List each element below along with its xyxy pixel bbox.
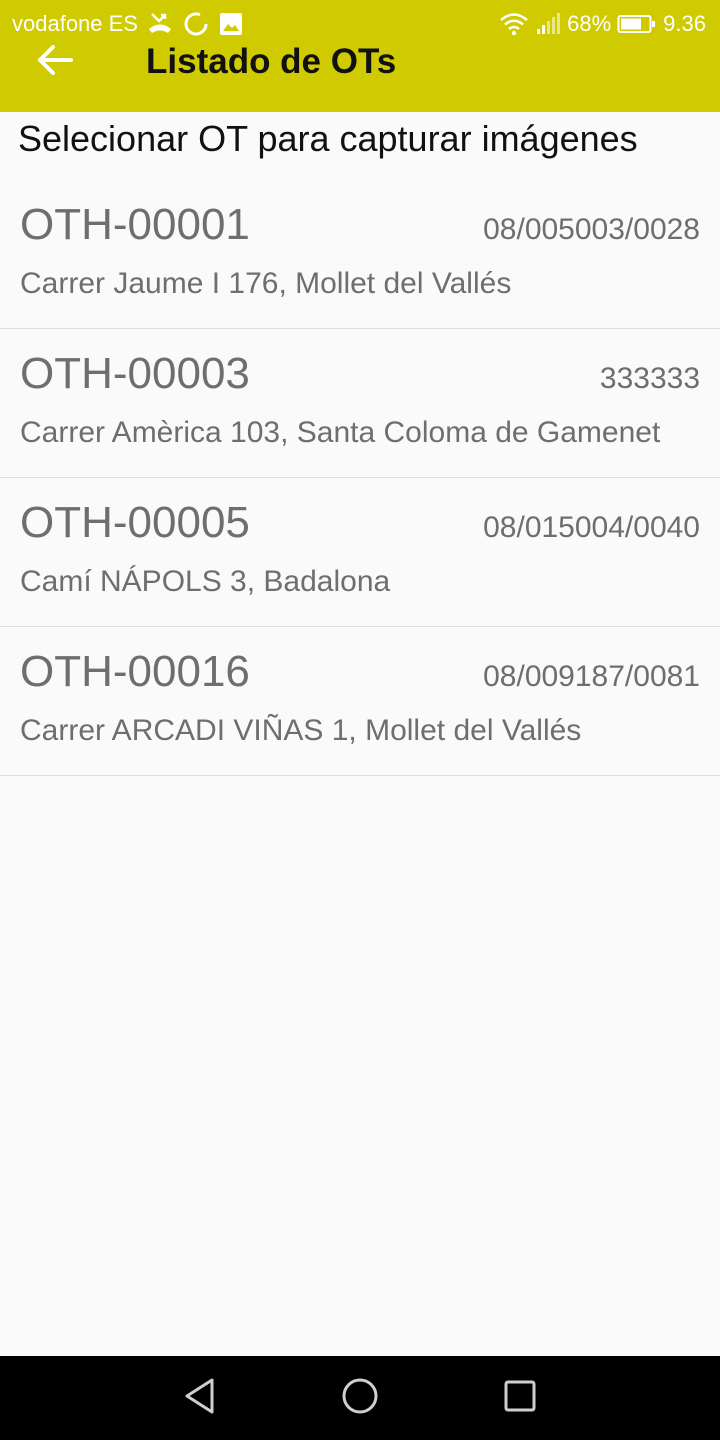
- home-circle-icon: [340, 1376, 380, 1421]
- ot-list-item[interactable]: OTH-00003 333333 Carrer Amèrica 103, San…: [0, 329, 720, 478]
- ot-reference: 08/009187/0081: [483, 660, 700, 693]
- back-button[interactable]: [20, 32, 90, 92]
- arrow-back-icon: [37, 44, 73, 81]
- ot-id: OTH-00001: [20, 200, 250, 249]
- ot-list-item[interactable]: OTH-00016 08/009187/0081 Carrer ARCADI V…: [0, 627, 720, 776]
- nav-recents-button[interactable]: [490, 1368, 550, 1428]
- nav-home-button[interactable]: [330, 1368, 390, 1428]
- system-navigation-bar: [0, 1356, 720, 1440]
- ot-list-item[interactable]: OTH-00001 08/005003/0028 Carrer Jaume I …: [0, 180, 720, 329]
- list-instruction: Selecionar OT para capturar imágenes: [18, 118, 638, 159]
- nav-back-button[interactable]: [170, 1368, 230, 1428]
- ot-id: OTH-00005: [20, 498, 250, 547]
- ot-id: OTH-00016: [20, 647, 250, 696]
- ot-address: Carrer Amèrica 103, Santa Coloma de Game…: [20, 416, 661, 449]
- ot-list: OTH-00001 08/005003/0028 Carrer Jaume I …: [0, 180, 720, 776]
- ot-address: Carrer ARCADI VIÑAS 1, Mollet del Vallés: [20, 714, 582, 747]
- ot-id: OTH-00003: [20, 349, 250, 398]
- page-title: Listado de OTs: [146, 42, 397, 81]
- recents-square-icon: [502, 1378, 538, 1419]
- ot-reference: 08/015004/0040: [483, 511, 700, 544]
- ot-list-item[interactable]: OTH-00005 08/015004/0040 Camí NÁPOLS 3, …: [0, 478, 720, 627]
- back-triangle-icon: [182, 1377, 218, 1420]
- ot-address: Camí NÁPOLS 3, Badalona: [20, 565, 391, 598]
- ot-reference: 08/005003/0028: [483, 213, 700, 246]
- ot-address: Carrer Jaume I 176, Mollet del Vallés: [20, 267, 512, 300]
- ot-reference: 333333: [599, 362, 700, 395]
- app-bar: vodafone ES 68% 9.36 Listado de OTs: [0, 0, 720, 112]
- toolbar: Listado de OTs: [0, 30, 720, 94]
